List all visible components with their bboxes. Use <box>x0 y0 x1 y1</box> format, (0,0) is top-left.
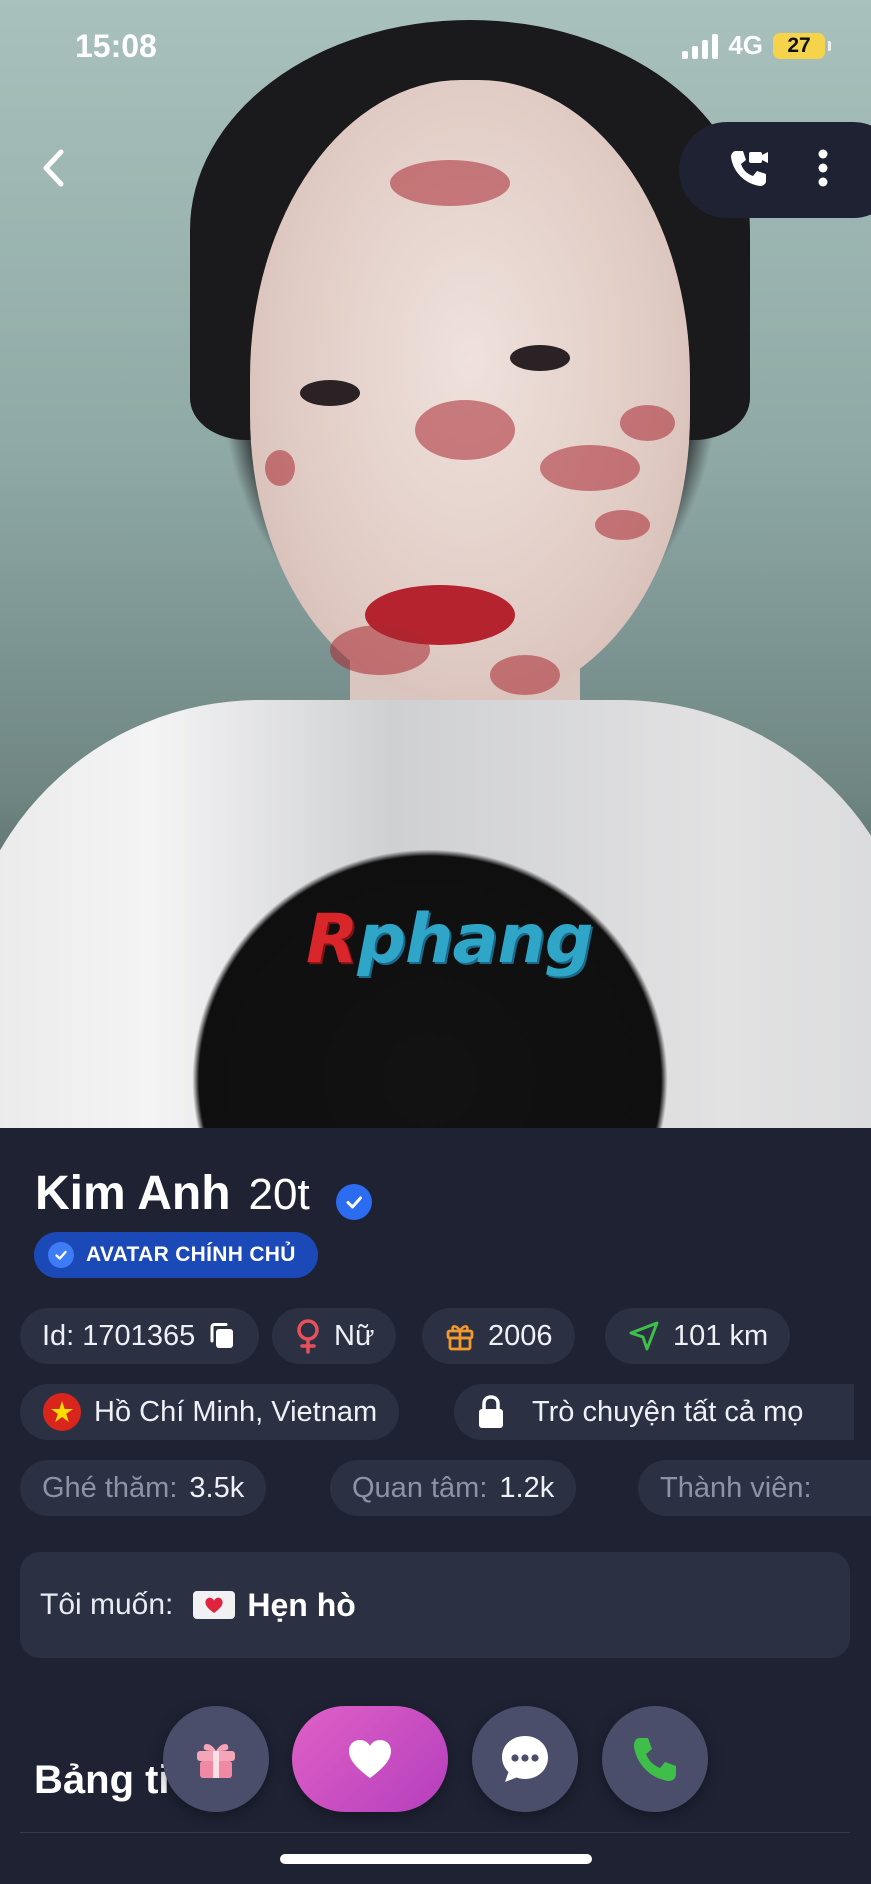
stat-interests: Quan tâm: 1.2k <box>330 1460 577 1516</box>
location-chip: Hồ Chí Minh, Vietnam <box>20 1384 400 1440</box>
network-type: 4G <box>728 30 763 60</box>
profile-age: 20t <box>248 1170 310 1219</box>
gift-icon <box>446 1325 474 1351</box>
video-call-icon <box>731 150 768 186</box>
name-row: Kim Anh 20t <box>35 1166 372 1221</box>
location-arrow-icon <box>629 1321 659 1351</box>
photo-eye-left <box>300 380 360 406</box>
verified-icon <box>335 1184 372 1220</box>
female-icon <box>297 1319 319 1354</box>
intent-card: Tôi muốn: Hẹn hò <box>20 1552 850 1658</box>
profile-name: Kim Anh <box>35 1167 231 1220</box>
divider <box>20 1832 850 1833</box>
send-gift-button[interactable] <box>163 1706 269 1812</box>
photo-kiss-mark <box>490 655 560 695</box>
verified-icon <box>48 1242 74 1268</box>
more-button[interactable] <box>817 148 829 193</box>
photo-kiss-mark <box>620 405 675 441</box>
home-indicator <box>280 1854 592 1864</box>
chat-button[interactable] <box>472 1706 578 1812</box>
envelope-heart-icon <box>193 1591 236 1619</box>
intent-label: Tôi muốn: <box>40 1588 174 1621</box>
distance-chip: 101 km <box>605 1308 791 1364</box>
more-icon <box>818 149 828 186</box>
status-indicators: 4G 27 <box>682 30 831 61</box>
section-title: Bảng ti <box>34 1758 170 1802</box>
stat-member: Thành viên: <box>638 1460 871 1516</box>
gift-icon <box>197 1744 235 1778</box>
phone-icon <box>634 1738 676 1781</box>
call-button[interactable] <box>602 1706 708 1812</box>
user-id-chip[interactable]: Id: 1701365 <box>20 1308 260 1364</box>
vietnam-flag-icon <box>43 1393 81 1431</box>
intent-value: Hẹn hò <box>247 1586 356 1623</box>
status-time: 15:08 <box>75 28 157 64</box>
birth-year-chip: 2006 <box>422 1308 575 1364</box>
verified-avatar-badge: AVATAR CHÍNH CHỦ <box>34 1232 318 1278</box>
video-call-button[interactable] <box>727 146 771 195</box>
photo-kiss-mark <box>330 625 430 675</box>
watermark-logo: Rphang <box>306 900 593 979</box>
stat-visits: Ghé thăm: 3.5k <box>20 1460 267 1516</box>
copy-icon <box>210 1323 234 1348</box>
photo-kiss-mark <box>595 510 650 540</box>
photo-kiss-mark <box>415 400 515 460</box>
back-button[interactable] <box>26 140 82 196</box>
lock-icon <box>479 1395 503 1428</box>
like-button[interactable] <box>292 1706 448 1812</box>
signal-icon <box>682 33 719 59</box>
chat-privacy-chip[interactable]: Trò chuyện tất cả mọ <box>454 1384 854 1440</box>
chat-icon <box>502 1736 548 1782</box>
photo-eye-right <box>510 345 570 371</box>
gender-chip: Nữ <box>272 1308 397 1364</box>
photo-kiss-mark <box>265 450 295 486</box>
photo-kiss-mark <box>390 160 510 206</box>
heart-icon <box>349 1740 391 1778</box>
photo-kiss-mark <box>540 445 640 491</box>
top-action-bar <box>679 122 871 218</box>
back-icon <box>43 149 64 187</box>
battery-icon: 27 <box>773 32 831 59</box>
